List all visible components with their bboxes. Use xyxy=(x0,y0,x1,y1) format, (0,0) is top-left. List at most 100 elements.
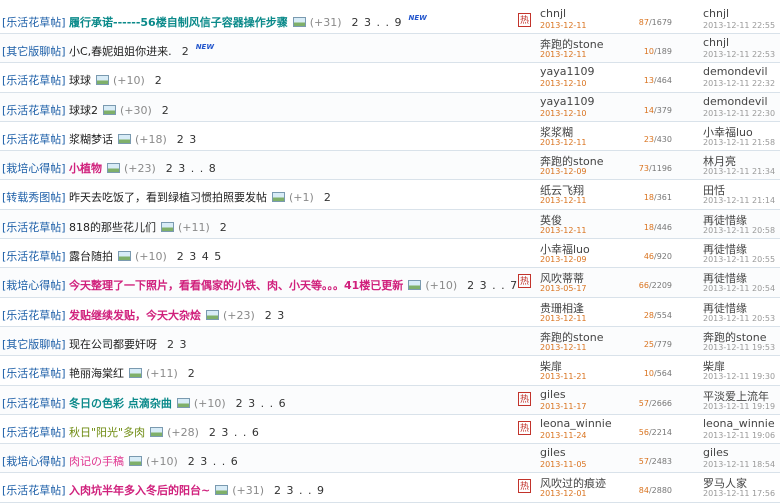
thread-category-link[interactable]: [乐活花草帖] xyxy=(2,395,66,411)
view-count: 464 xyxy=(656,76,672,86)
page-links[interactable]: 2 xyxy=(324,191,332,204)
page-links[interactable]: 2 3 . . 6 xyxy=(188,455,239,468)
reply-count: 18 xyxy=(643,222,655,232)
thread-title-link[interactable]: 艳丽海棠红 xyxy=(69,367,124,380)
thread-category-link[interactable]: [乐活花草帖] xyxy=(2,14,66,30)
last-poster-link[interactable]: leona_winnie xyxy=(703,417,775,430)
thread-title-link[interactable]: 履行承诺------56楼自制风信子容器操作步骤 xyxy=(69,16,288,29)
last-poster-link[interactable]: chnjl xyxy=(703,7,729,20)
page-links[interactable]: 2 xyxy=(182,45,190,58)
page-links[interactable]: 2 xyxy=(155,74,163,87)
reply-increment: (+23) xyxy=(223,308,255,322)
last-poster-link[interactable]: demondevil xyxy=(703,95,768,108)
author-date: 2013-05-17 xyxy=(540,284,587,294)
view-count: 2666 xyxy=(651,398,672,408)
reply-increment: (+10) xyxy=(425,279,458,293)
author-link[interactable]: giles xyxy=(540,446,566,459)
image-attachment-icon xyxy=(408,280,422,291)
thread-category-link[interactable]: [乐活花草帖] xyxy=(2,307,66,323)
reply-increment: (+31) xyxy=(232,484,265,498)
author-link[interactable]: yaya1109 xyxy=(540,95,595,108)
table-row: [乐活花草帖] 履行承诺------56楼自制风信子容器操作步骤 (+31) 2 3 … xyxy=(0,0,780,34)
hot-icon: 热 xyxy=(518,13,531,27)
thread-title-cell: 现在公司都要奸呀 2 3 xyxy=(69,336,519,352)
thread-category-link[interactable]: [其它版聊帖] xyxy=(2,43,66,59)
thread-title-link[interactable]: 肉记の手稿 xyxy=(69,455,124,468)
thread-title-link[interactable]: 小植物 xyxy=(69,162,102,175)
reply-view-count: 57/2483 xyxy=(600,457,672,466)
thread-title-link[interactable]: 冬日の色彩 点滴杂曲 xyxy=(69,397,172,410)
table-row: [乐活花草帖] 球球 (+10) 2 yaya1109 2013-12-10 13/464 d… xyxy=(0,63,780,93)
thread-title-link[interactable]: 现在公司都要奸呀 xyxy=(69,338,157,351)
author-link[interactable]: chnjl xyxy=(540,7,566,20)
reply-view-count: 57/2666 xyxy=(600,399,672,408)
thread-title-cell: 浆糊梦话 (+18) 2 3 xyxy=(69,131,519,147)
last-poster-link[interactable]: giles xyxy=(703,446,729,459)
thread-category-link[interactable]: [乐活花草帖] xyxy=(2,102,66,118)
page-links[interactable]: 2 3 xyxy=(265,309,286,322)
thread-title-link[interactable]: 入肉坑半年多入冬后的阳台~ xyxy=(69,484,210,497)
thread-category-link[interactable]: [其它版聊帖] xyxy=(2,336,66,352)
last-post-date: 2013-12-11 21:34 xyxy=(703,167,776,177)
hot-icon: 热 xyxy=(518,274,531,289)
view-count: 2483 xyxy=(651,457,672,467)
thread-title-link[interactable]: 球球 xyxy=(69,74,91,87)
thread-category-link[interactable]: [转载秀图帖] xyxy=(2,189,66,205)
page-links[interactable]: 2 3 4 5 xyxy=(177,250,222,263)
thread-title-link[interactable]: 浆糊梦话 xyxy=(69,133,113,146)
page-links[interactable]: 2 3 . . 9 xyxy=(274,484,325,497)
reply-view-count: 66/2209 xyxy=(600,281,672,290)
thread-title-link[interactable]: 露台随拍 xyxy=(69,250,113,263)
page-links[interactable]: 2 3 . . 8 xyxy=(166,162,217,175)
thread-title-cell: 发贴继续发贴，今天大杂烩 (+23) 2 3 xyxy=(69,307,519,323)
author-date: 2013-12-11 xyxy=(540,313,587,323)
thread-title-link[interactable]: 昨天去吃饭了，看到绿植习惯拍照要发帖 xyxy=(69,191,267,204)
page-links[interactable]: 2 3 . . 7 xyxy=(467,279,518,292)
thread-title-link[interactable]: 发贴继续发贴，今天大杂烩 xyxy=(69,309,201,322)
thread-category-link[interactable]: [栽培心得帖] xyxy=(2,453,66,469)
reply-count: 73 xyxy=(638,164,649,174)
last-post-date: 2013-12-11 21:58 xyxy=(703,137,776,147)
thread-title-link[interactable]: 小C,春妮姐姐你进来. xyxy=(69,45,172,58)
page-links[interactable]: 2 xyxy=(162,104,170,117)
thread-category-link[interactable]: [栽培心得帖] xyxy=(2,160,66,176)
image-attachment-icon xyxy=(206,309,219,320)
page-links[interactable]: 2 3 . . 6 xyxy=(236,397,287,410)
page-links[interactable]: 2 3 . . 9 xyxy=(352,16,403,29)
thread-category-link[interactable]: [乐活花草帖] xyxy=(2,365,66,381)
thread-title-link[interactable]: 球球2 xyxy=(69,104,98,117)
thread-category-link[interactable]: [乐活花草帖] xyxy=(2,72,66,88)
thread-category-link[interactable]: [乐活花草帖] xyxy=(2,424,66,440)
thread-category-link[interactable]: [乐活花草帖] xyxy=(2,248,66,264)
last-post-date: 2013-12-11 20:54 xyxy=(703,284,776,294)
last-poster-link[interactable]: chnjl xyxy=(703,36,729,49)
thread-title-link[interactable]: 秋日"阳光"多肉 xyxy=(69,426,145,439)
author-date: 2013-12-11 xyxy=(540,50,587,59)
page-links[interactable]: 2 3 . . 6 xyxy=(209,426,260,439)
reply-increment: (+1) xyxy=(289,191,314,205)
thread-title-cell: 肉记の手稿 (+10) 2 3 . . 6 xyxy=(69,453,519,469)
view-count: 2880 xyxy=(651,486,672,496)
last-post-date: 2013-12-11 20:58 xyxy=(703,225,776,235)
table-row: [乐活花草帖] 秋日"阳光"多肉 (+28) 2 3 . . 6 热 leona_winn… xyxy=(0,414,780,445)
reply-view-count: 87/1679 xyxy=(600,18,672,27)
thread-title-link[interactable]: 818的那些花儿们 xyxy=(69,221,156,234)
page-links[interactable]: 2 xyxy=(188,367,196,380)
thread-category-link[interactable]: [栽培心得帖] xyxy=(2,277,66,293)
last-poster-link[interactable]: demondevil xyxy=(703,65,768,78)
page-links[interactable]: 2 3 xyxy=(167,338,188,351)
reply-increment: (+30) xyxy=(120,103,152,117)
author-date: 2013-12-11 xyxy=(540,21,587,30)
image-attachment-icon xyxy=(150,426,164,437)
reply-count: 57 xyxy=(638,398,649,408)
page-links[interactable]: 2 xyxy=(220,221,228,234)
thread-category-link[interactable]: [乐活花草帖] xyxy=(2,131,66,147)
thread-title-cell: 入肉坑半年多入冬后的阳台~ (+31) 2 3 . . 9 xyxy=(69,482,519,498)
thread-title-link[interactable]: 今天整理了一下照片，看看偶家的小铁、肉、小天等。。。41楼已更新 xyxy=(69,279,403,292)
hot-icon: 热 xyxy=(518,420,531,435)
page-links[interactable]: 2 3 xyxy=(177,133,198,146)
thread-category-link[interactable]: [乐活花草帖] xyxy=(2,219,66,235)
thread-category-link[interactable]: [乐活花草帖] xyxy=(2,482,66,498)
author-link[interactable]: yaya1109 xyxy=(540,65,595,78)
author-link[interactable]: giles xyxy=(540,388,566,401)
